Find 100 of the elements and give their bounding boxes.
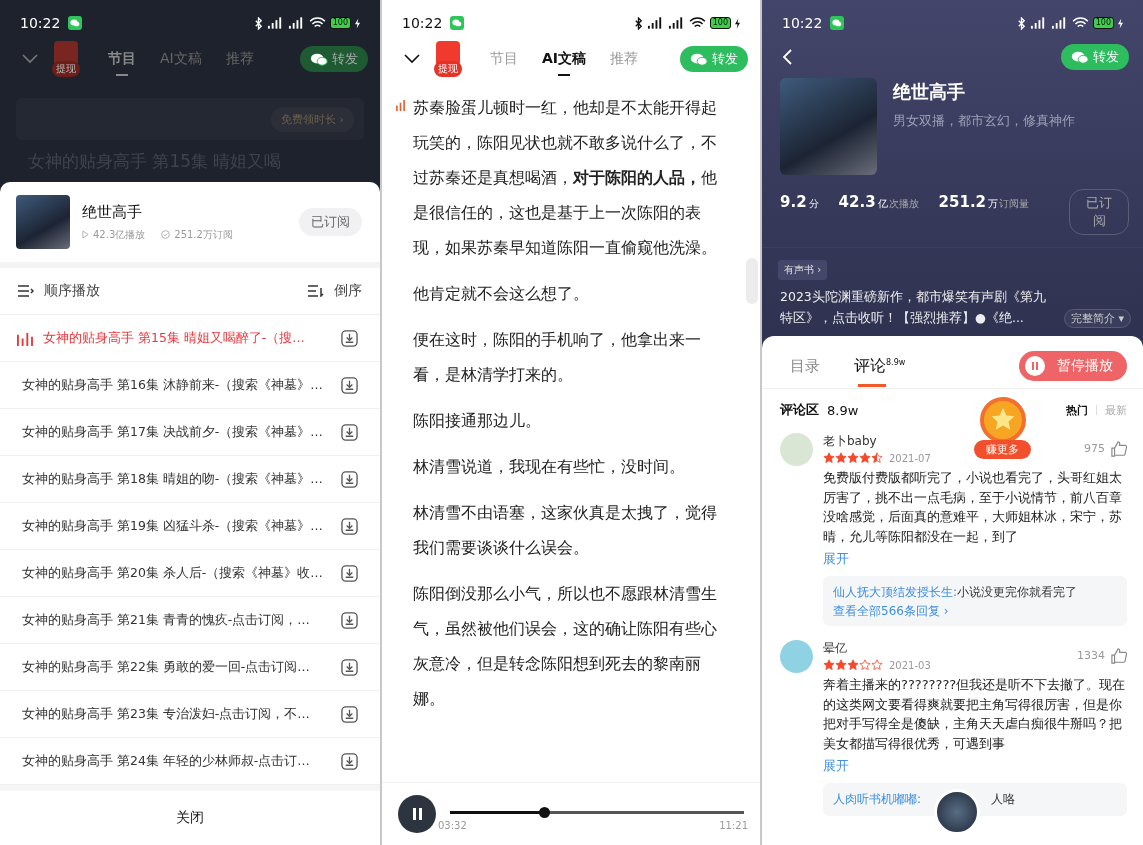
charging-icon — [1118, 17, 1123, 29]
expand-link[interactable]: 展开 — [823, 757, 849, 775]
signal-icon — [266, 17, 284, 29]
comment-date: 2021-07 — [889, 452, 931, 464]
episode-item[interactable]: 女神的贴身高手 第24集 年轻的少林师叔-点击订… — [0, 738, 380, 785]
sort-icon — [308, 285, 324, 297]
episode-item[interactable]: 女神的贴身高手 第23集 专治泼妇-点击订阅，不… — [0, 691, 380, 738]
download-icon[interactable] — [341, 376, 358, 394]
like-count: 975 — [1084, 442, 1105, 455]
reply-text: 人咯 — [991, 791, 1016, 808]
pause-button[interactable] — [398, 795, 436, 833]
comment-date: 2021-03 — [889, 659, 931, 671]
album-tags: 男女双播，都市玄幻，修真神作 — [893, 112, 1075, 130]
signal-icon — [1029, 17, 1047, 29]
album-cover-placeholder — [16, 195, 70, 249]
tab[interactable]: 推荐 — [213, 44, 266, 74]
progress-thumb[interactable] — [539, 807, 551, 818]
thumbs-up-icon[interactable] — [1111, 440, 1127, 457]
download-icon[interactable] — [341, 329, 358, 347]
tab[interactable]: 推荐 — [598, 44, 651, 74]
share-button[interactable]: 转发 — [300, 46, 368, 72]
episode-item[interactable]: 女神的贴身高手 第21集 青青的愧疚-点击订阅，… — [0, 597, 380, 644]
category-tag[interactable]: 有声书 › — [778, 260, 828, 280]
battery-indicator: 100 — [329, 17, 351, 29]
reply-author[interactable]: 仙人抚大顶结发授长生: — [833, 582, 958, 603]
total-duration: 11:21 — [719, 820, 748, 831]
user-name[interactable]: 老卜baby — [823, 433, 931, 450]
download-icon[interactable] — [341, 705, 358, 723]
episode-item[interactable]: 女神的贴身高手 第20集 杀人后-（搜索《神墓》收… — [0, 550, 380, 597]
episode-item[interactable]: 女神的贴身高手 第17集 决战前夕-（搜索《神墓》… — [0, 409, 380, 456]
download-icon[interactable] — [341, 470, 358, 488]
tab[interactable]: AI文稿 — [148, 44, 214, 74]
pause-playback-button[interactable]: 暂停播放 — [1019, 351, 1127, 381]
chat-bubbles-icon — [310, 51, 328, 67]
full-intro-button[interactable]: 完整简介 ▾ — [1063, 309, 1131, 328]
comment-text: 免费版付费版都听完了，小说也看完了，头哥红姐太厉害了，挑不出一点毛病，至于小说情节，前八百章没啥感觉，后面真的意难平，大师姐林冰，宋宁，苏晴，允儿等陈阳都没在一起，到了 — [823, 469, 1123, 546]
cash-out-badge[interactable]: 提现 — [434, 61, 462, 77]
chat-bubbles-icon — [690, 51, 708, 67]
tab[interactable]: 目录 — [790, 348, 820, 384]
album-stat: 251.2 万订阅量 — [938, 192, 1030, 211]
transcript-paragraph: 林清雪说道，我现在有些忙，没时间。 — [413, 456, 686, 478]
comments-heading: 评论区 — [780, 401, 819, 419]
download-icon[interactable] — [341, 658, 358, 676]
wifi-icon — [1071, 17, 1089, 29]
playing-bars-icon — [16, 330, 33, 346]
episode-item[interactable]: 女神的贴身高手 第18集 晴姐的吻-（搜索《神墓》… — [0, 456, 380, 503]
comments-count: 8.9w — [827, 402, 859, 418]
subscribe-button[interactable]: 已订阅 — [1069, 189, 1129, 235]
subscription-count: 251.2万订阅 — [174, 227, 233, 242]
reply-text: 小说没更完你就看完了 — [957, 584, 1078, 601]
chat-app-icon — [450, 16, 465, 30]
signal-icon — [667, 17, 685, 29]
collapse-icon[interactable] — [404, 54, 420, 64]
view-replies-link[interactable]: 查看全部566条回复 › — [833, 603, 949, 620]
episode-item[interactable]: 女神的贴身高手 第15集 晴姐又喝醉了-（搜… — [0, 315, 380, 362]
album-stat: 42.3 亿次播放 — [838, 192, 919, 211]
transcript-paragraph: 陈阳倒没那么小气，所以也不愿跟林清雪生气，虽然被他们误会，这的确让陈阳有些心灰意冷，但是转念陈阳想到死去的黎南丽娜。 — [413, 583, 718, 710]
battery-indicator: 100 — [1092, 17, 1114, 29]
bluetooth-icon — [1016, 16, 1026, 30]
tab[interactable]: 评论$^{8.9w}$ — [854, 347, 906, 385]
album-title: 绝世高手 — [82, 202, 143, 222]
cash-out-badge[interactable]: 提现 — [52, 61, 80, 77]
user-name[interactable]: 晕亿 — [823, 640, 931, 657]
wifi-icon — [308, 17, 326, 29]
reply-author[interactable]: 人肉听书机嘟嘟: — [833, 789, 922, 810]
battery-indicator: 100 — [709, 17, 731, 29]
album-title: 绝世高手 — [893, 80, 966, 104]
signal-icon — [287, 17, 305, 29]
tab[interactable]: 节目 — [96, 44, 148, 74]
thumbs-up-icon[interactable] — [1111, 647, 1127, 664]
download-icon[interactable] — [341, 752, 358, 770]
episode-item[interactable]: 女神的贴身高手 第19集 凶猛斗杀-（搜索《神墓》… — [0, 503, 380, 550]
list-icon — [18, 285, 34, 297]
download-icon[interactable] — [341, 611, 358, 629]
transcript-paragraph: 便在这时，陈阳的手机响了，他拿出来一看，是林清学打来的。 — [413, 329, 702, 386]
sort-option[interactable]: 热门 — [1066, 402, 1088, 418]
download-icon[interactable] — [341, 517, 358, 535]
wifi-icon — [688, 17, 706, 29]
comment-text: 奔着主播来的????????但我还是听不下去撤了。现在的这类网文要看得爽就要把主角写得很厉害，但是你把对手写得全是傻缺，主角天天虐白痴很牛掰吗？把美女都描写得很优秀，可遇到事 — [823, 676, 1127, 753]
chat-app-icon — [68, 16, 83, 30]
charging-icon — [355, 17, 360, 29]
download-icon[interactable] — [341, 423, 358, 441]
signal-icon — [646, 17, 664, 29]
earn-more-button[interactable]: 赚更多 — [974, 440, 1031, 459]
tab[interactable]: AI文稿 — [530, 44, 599, 74]
subscribe-button[interactable]: 已订阅 — [299, 208, 362, 236]
sequential-play-button[interactable]: 顺序播放 — [44, 282, 100, 300]
expand-link[interactable]: 展开 — [823, 550, 849, 568]
transcript-paragraph: 他肯定就不会这么想了。 — [413, 283, 590, 305]
play-icon — [82, 230, 89, 239]
album-intro: 2023头陀渊重磅新作，都市爆笑有声剧《第九特区》，点击收听！【强烈推荐】●《绝... — [780, 288, 1047, 327]
episode-item[interactable]: 女神的贴身高手 第16集 沐静前来-（搜索《神墓》… — [0, 362, 380, 409]
charging-icon — [735, 17, 740, 29]
reverse-order-button[interactable]: 倒序 — [334, 282, 362, 300]
back-icon[interactable] — [782, 49, 792, 65]
bluetooth-icon — [253, 16, 263, 30]
close-button[interactable]: 关闭 — [176, 809, 204, 827]
download-icon[interactable] — [341, 564, 358, 582]
tab[interactable]: 节目 — [478, 44, 530, 74]
episode-item[interactable]: 女神的贴身高手 第22集 勇敢的爱一回-点击订阅… — [0, 644, 380, 691]
